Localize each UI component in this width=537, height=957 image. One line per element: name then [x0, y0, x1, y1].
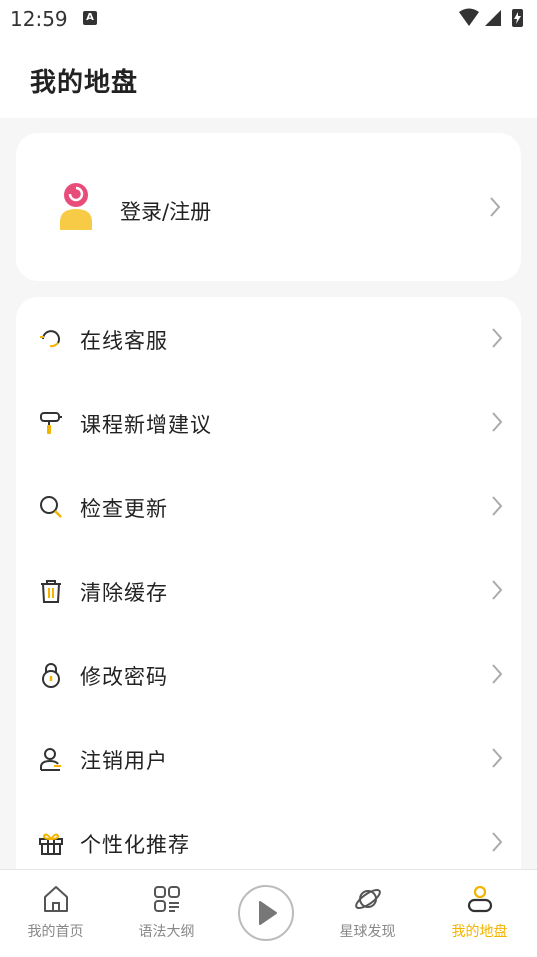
tab-label: 语法大纲: [138, 924, 195, 940]
menu-item-customer-service[interactable]: 在线客服: [16, 297, 521, 381]
menu-item-label: 个性化推荐: [80, 833, 190, 857]
wifi-icon: [459, 8, 479, 26]
menu-item-check-update[interactable]: 检查更新: [16, 465, 521, 549]
chevron-right-icon: [491, 411, 503, 433]
menu-item-label: 修改密码: [80, 665, 168, 689]
menu-item-label: 在线客服: [80, 329, 168, 353]
tab-home[interactable]: 我的首页: [2, 870, 109, 957]
menu-item-delete-account[interactable]: 注销用户: [16, 717, 521, 801]
login-register-label: 登录/注册: [120, 200, 212, 224]
tab-label: 我的首页: [27, 924, 84, 940]
tab-label: 星球发现: [339, 924, 396, 940]
menu-item-label: 课程新增建议: [80, 413, 212, 437]
menu-item-label: 检查更新: [80, 497, 168, 521]
tab-planet-discover[interactable]: 星球发现: [314, 870, 421, 957]
settings-menu: 在线客服 课程新增建议 检查更新 清除缓存 修改密码 注销用户 个性化推荐: [16, 297, 521, 937]
menu-item-change-password[interactable]: 修改密码: [16, 633, 521, 717]
chevron-right-icon: [491, 579, 503, 601]
bottom-tab-bar: 我的首页 语法大纲 星球发现 我的地盘: [0, 869, 537, 957]
search-icon: [40, 496, 62, 518]
avatar-icon: [60, 183, 92, 230]
login-card[interactable]: 登录/注册: [16, 133, 521, 281]
menu-item-clear-cache[interactable]: 清除缓存: [16, 549, 521, 633]
status-bar: 12:59 A: [0, 0, 537, 36]
play-icon: [259, 901, 277, 925]
status-time: 12:59: [10, 7, 68, 31]
home-icon: [44, 886, 68, 912]
chevron-right-icon: [491, 327, 503, 349]
grid-list-icon: [154, 886, 180, 912]
chevron-right-icon: [491, 831, 503, 853]
chevron-right-icon: [491, 495, 503, 517]
tab-grammar-outline[interactable]: 语法大纲: [113, 870, 220, 957]
play-button[interactable]: [238, 885, 294, 941]
user-icon: [40, 748, 61, 771]
menu-item-label: 注销用户: [80, 749, 168, 773]
page-title: 我的地盘: [30, 68, 139, 98]
gift-icon: [39, 833, 63, 855]
notification-badge: A: [83, 11, 97, 25]
tab-label: 我的地盘: [451, 924, 508, 940]
profile-icon: [467, 885, 493, 913]
trash-icon: [41, 580, 61, 603]
menu-item-course-suggestion[interactable]: 课程新增建议: [16, 381, 521, 465]
headset-icon: [40, 330, 60, 348]
chevron-right-icon: [491, 663, 503, 685]
tab-my-space[interactable]: 我的地盘: [426, 870, 533, 957]
system-icons: [459, 8, 523, 27]
signal-icon: [485, 10, 501, 26]
chevron-right-icon: [491, 747, 503, 769]
menu-item-label: 清除缓存: [80, 581, 168, 605]
planet-icon: [355, 888, 381, 910]
chevron-right-icon: [489, 196, 501, 218]
page-header: 我的地盘: [0, 36, 537, 118]
lock-icon: [42, 663, 60, 688]
paint-roller-icon: [40, 412, 62, 434]
